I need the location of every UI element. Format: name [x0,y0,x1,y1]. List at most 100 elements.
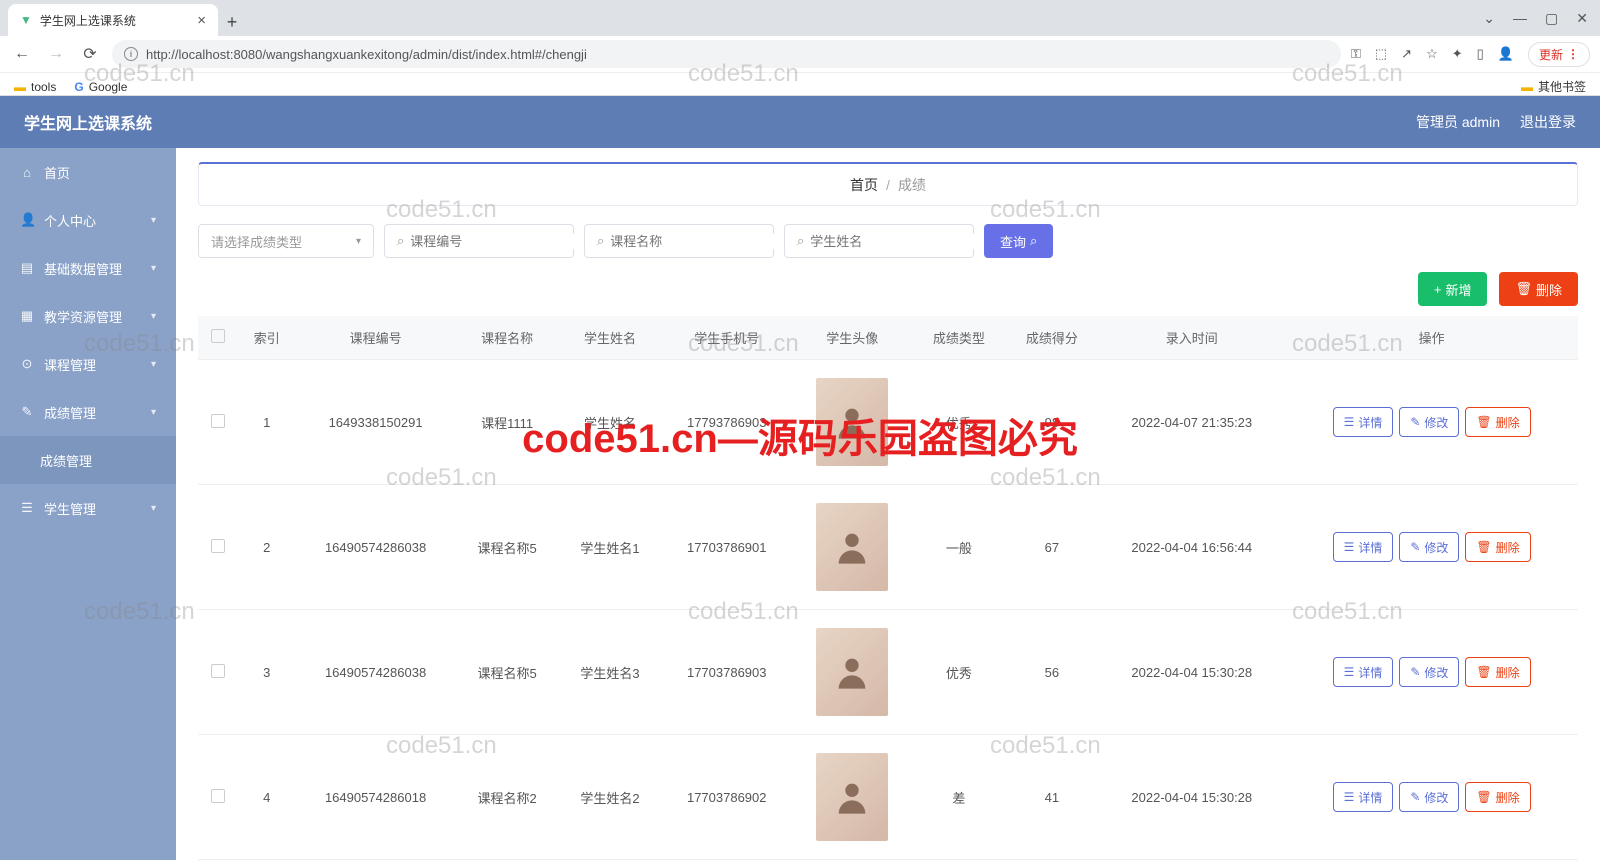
cell-course-name: 课程名称2 [456,735,559,860]
url-text: http://localhost:8080/wangshangxuankexit… [146,47,587,62]
sidebar-item[interactable]: ☰学生管理▾ [0,484,176,532]
sidebar-item-label: 教学资源管理 [44,307,122,326]
checkbox-row[interactable] [211,539,225,553]
detail-button[interactable]: ☰ 详情 [1333,407,1394,437]
cell-course-name: 课程名称5 [456,610,559,735]
sidebar-item-label: 学生管理 [44,499,96,518]
breadcrumb-current: 成绩 [898,175,926,195]
app-wrap: 学生网上选课系统 管理员 admin 退出登录 ⌂首页👤个人中心▾▤基础数据管理… [0,96,1600,860]
cell-index: 1 [238,360,295,485]
cell-ops: ☰ 详情 ✎ 修改 🗑 删除 [1285,485,1578,610]
table-header: 操作 [1285,316,1578,360]
current-user[interactable]: 管理员 admin [1416,112,1500,132]
breadcrumb-home[interactable]: 首页 [850,175,878,195]
extensions-icon[interactable]: ✦ [1452,46,1463,62]
detail-button[interactable]: ☰ 详情 [1333,782,1394,812]
search-button[interactable]: 查询 ⌕ [984,224,1053,258]
chevron-down-icon: ▾ [151,311,156,322]
cell-time: 2022-04-04 15:30:28 [1098,610,1285,735]
cell-student-name: 学生姓名1 [559,485,662,610]
star-icon[interactable]: ☆ [1426,46,1438,62]
row-delete-button[interactable]: 🗑 删除 [1465,407,1530,437]
cell-type: 差 [912,735,1005,860]
home-icon: ⌂ [20,165,34,180]
sidebar-item[interactable]: ⊙课程管理▾ [0,340,176,388]
breadcrumb: 首页 / 成绩 [198,162,1578,206]
chevron-down-icon: ▾ [151,407,156,418]
close-icon[interactable]: × [197,12,206,29]
cell-avatar [792,485,912,610]
cell-index: 4 [238,735,295,860]
maximize-icon[interactable]: ▢ [1545,10,1558,27]
cell-course-name: 课程1111 [456,360,559,485]
panel-icon[interactable]: ▯ [1477,46,1484,62]
row-delete-button[interactable]: 🗑 删除 [1465,782,1530,812]
sidebar-item-label: 基础数据管理 [44,259,122,278]
table-header: 课程名称 [456,316,559,360]
close-window-icon[interactable]: ✕ [1576,10,1588,27]
edit-button[interactable]: ✎ 修改 [1399,657,1459,687]
cell-phone: 17703786902 [661,735,792,860]
trash-icon: 🗑 [1476,665,1491,679]
cell-code: 1649338150291 [295,360,455,485]
forward-icon[interactable]: → [44,45,68,63]
chevron-down-icon: ▾ [151,263,156,274]
detail-button[interactable]: ☰ 详情 [1333,532,1394,562]
sidebar-item[interactable]: ▤基础数据管理▾ [0,244,176,292]
browser-tab[interactable]: ▼ 学生网上选课系统 × [8,4,218,36]
bookmark-google[interactable]: GGoogle [74,80,127,94]
cell-student-name: 学生姓名 [559,360,662,485]
edit-button[interactable]: ✎ 修改 [1399,782,1459,812]
filter-code-input[interactable]: ⌕ [384,224,574,258]
course-icon: ⊙ [20,356,34,372]
logout-button[interactable]: 退出登录 [1520,112,1576,132]
minimize-icon[interactable]: — [1513,10,1527,26]
detail-button[interactable]: ☰ 详情 [1333,657,1394,687]
translate-icon[interactable]: ⬚ [1375,46,1387,62]
trash-icon: 🗑 [1515,281,1532,297]
sidebar-item[interactable]: ✎成绩管理▾ [0,388,176,436]
reload-icon[interactable]: ⟳ [78,44,102,64]
sidebar-item[interactable]: ▦教学资源管理▾ [0,292,176,340]
url-field[interactable]: i http://localhost:8080/wangshangxuankex… [112,40,1341,68]
student-icon: ☰ [20,500,34,516]
checkbox-all[interactable] [211,329,225,343]
new-tab-button[interactable]: + [218,8,246,36]
table-row: 1 1649338150291 课程1111 学生姓名 17793786903 … [198,360,1578,485]
checkbox-row[interactable] [211,414,225,428]
chevron-down-icon: ▾ [151,215,156,226]
profile-icon[interactable]: 👤 [1498,46,1514,62]
edit-button[interactable]: ✎ 修改 [1399,407,1459,437]
chevron-down-icon[interactable]: ⌄ [1483,10,1495,27]
filter-name-input[interactable]: ⌕ [584,224,774,258]
add-button[interactable]: + 新增 [1418,272,1488,306]
edit-button[interactable]: ✎ 修改 [1399,532,1459,562]
filter-student-input[interactable]: ⌕ [784,224,974,258]
key-icon[interactable]: ⚿ [1351,46,1361,62]
checkbox-row[interactable] [211,789,225,803]
other-bookmarks[interactable]: ▬其他书签 [1521,78,1586,95]
update-button[interactable]: 更新 ⋮ [1528,42,1590,67]
row-delete-button[interactable]: 🗑 删除 [1465,532,1530,562]
avatar [816,503,888,591]
cell-score: 67 [1005,485,1098,610]
avatar [816,628,888,716]
sidebar-subitem[interactable]: 成绩管理 [0,436,176,484]
back-icon[interactable]: ← [10,45,34,63]
table-header: 学生手机号 [661,316,792,360]
trash-icon: 🗑 [1476,790,1491,804]
sidebar-item-label: 成绩管理 [44,403,96,422]
info-icon[interactable]: i [124,47,138,61]
app-header: 学生网上选课系统 管理员 admin 退出登录 [0,96,1600,148]
filter-type-select[interactable]: 请选择成绩类型 ▾ [198,224,374,258]
delete-button[interactable]: 🗑 删除 [1499,272,1578,306]
row-delete-button[interactable]: 🗑 删除 [1465,657,1530,687]
bookmark-tools[interactable]: ▬tools [14,80,56,94]
table-header: 录入时间 [1098,316,1285,360]
sidebar-item[interactable]: 👤个人中心▾ [0,196,176,244]
sidebar-item[interactable]: ⌂首页 [0,148,176,196]
cell-student-name: 学生姓名2 [559,735,662,860]
table-header: 学生头像 [792,316,912,360]
checkbox-row[interactable] [211,664,225,678]
share-icon[interactable]: ↗ [1401,46,1412,62]
